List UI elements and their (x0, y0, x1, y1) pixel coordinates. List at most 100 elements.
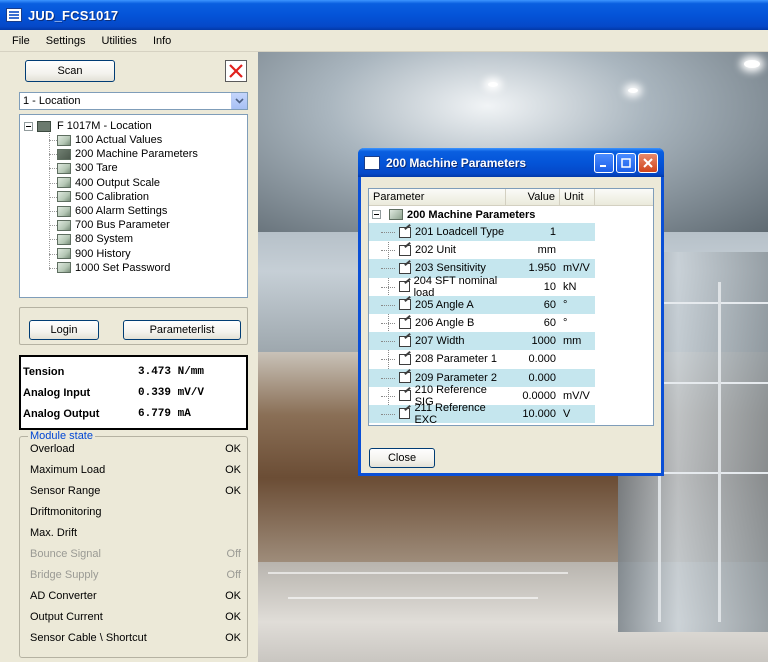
param-unit: kN (563, 280, 577, 293)
tree-item-label: 700 Bus Parameter (75, 219, 170, 232)
ceiling-light (488, 82, 498, 87)
tree-item-800[interactable]: 800 System (49, 232, 247, 246)
parameter-edit-icon (399, 353, 411, 365)
value-label: Analog Output (23, 407, 100, 420)
folder-icon (57, 248, 71, 260)
param-row-209[interactable]: 209 Parameter 2 0.000 (369, 368, 653, 387)
menu-settings[interactable]: Settings (38, 35, 94, 47)
param-unit: mV/V (563, 389, 590, 402)
dropdown-arrow-button[interactable] (231, 93, 247, 109)
folder-icon (57, 162, 71, 174)
tree-item-400[interactable]: 400 Output Scale (49, 176, 247, 190)
tree-root-label: F 1017M - Location (57, 120, 152, 132)
param-row-211[interactable]: 211 Reference EXC 10.000 V (369, 401, 653, 426)
minimize-button[interactable] (594, 153, 614, 173)
menu-bar: File Settings Utilities Info (0, 30, 768, 52)
module-row-max-drift: Max. Drift (30, 527, 241, 541)
red-x-icon (229, 64, 243, 78)
module-state-group: Module state Overload OK Maximum Load OK S… (19, 430, 248, 658)
steel-column (718, 282, 721, 622)
param-value: 0.000 (528, 353, 556, 366)
tree-item-label: 800 System (75, 233, 134, 246)
tree-item-700[interactable]: 700 Bus Parameter (49, 218, 247, 232)
tree-item-label: 400 Output Scale (75, 176, 161, 189)
parameter-edit-icon (399, 244, 411, 256)
menu-utilities[interactable]: Utilities (93, 35, 144, 47)
value-label: Analog Input (23, 386, 91, 399)
scan-button[interactable]: Scan (25, 60, 115, 82)
value-reading: 0.339 mV/V (138, 386, 205, 399)
parameter-edit-icon (399, 226, 411, 238)
tree-item-100[interactable]: 100 Actual Values (49, 133, 247, 147)
folder-icon (389, 209, 403, 220)
location-select[interactable]: 1 - Location (19, 92, 248, 110)
left-panel: Scan 1 - Location F 1017M - Location 100… (0, 52, 258, 662)
param-row-202[interactable]: 202 Unit mm (369, 241, 653, 259)
module-label: Sensor Range (30, 485, 101, 497)
param-value: 1 (506, 223, 560, 242)
param-unit: mV/V (560, 259, 595, 278)
module-status: OK (225, 464, 241, 476)
menu-info[interactable]: Info (145, 35, 179, 47)
tree-item-500[interactable]: 500 Calibration (49, 190, 247, 204)
collapse-icon[interactable] (24, 121, 33, 131)
tree-item-label: 100 Actual Values (75, 134, 163, 147)
param-row-210[interactable]: 210 Reference SIG 0.0000 mV/V (369, 384, 653, 408)
param-name: 206 Angle B (415, 317, 475, 330)
tree-item-label: 600 Alarm Settings (75, 205, 168, 218)
col-header-unit[interactable]: Unit (560, 189, 595, 205)
login-button[interactable]: Login (29, 320, 99, 340)
module-status: OK (225, 485, 241, 497)
parameterlist-button[interactable]: Parameterlist (123, 320, 241, 340)
value-row-tension: Tension 3.473 N/mm (23, 361, 246, 382)
param-value: 10 (543, 280, 556, 293)
grid-root-node[interactable]: 200 Machine Parameters (369, 206, 653, 223)
collapse-icon[interactable] (372, 210, 381, 219)
param-value: 60 (543, 317, 556, 330)
param-unit: V (560, 404, 595, 424)
col-header-parameter[interactable]: Parameter (369, 189, 506, 205)
parameter-edit-icon (399, 317, 411, 329)
tree-item-900[interactable]: 900 History (49, 247, 247, 261)
tree-item-300[interactable]: 300 Tare (49, 161, 247, 175)
parameter-edit-icon (399, 281, 410, 293)
tree-item-200[interactable]: 200 Machine Parameters (49, 147, 247, 161)
parameter-edit-icon (399, 372, 411, 384)
tree-item-600[interactable]: 600 Alarm Settings (49, 204, 247, 218)
param-row-203[interactable]: 203 Sensitivity 1.950 mV/V (369, 259, 653, 278)
param-name: 209 Parameter 2 (415, 371, 497, 384)
param-row-208[interactable]: 208 Parameter 1 0.000 (369, 350, 653, 368)
maximize-button[interactable] (616, 153, 636, 173)
param-name: 201 Loadcell Type (415, 226, 505, 239)
param-row-205[interactable]: 205 Angle A 60 ° (369, 295, 653, 314)
param-row-201[interactable]: 201 Loadcell Type 1 (369, 223, 653, 242)
folder-icon (57, 219, 71, 231)
param-row-206[interactable]: 206 Angle B 60 ° (369, 314, 653, 332)
grid-root-label: 200 Machine Parameters (407, 208, 536, 221)
app-icon (6, 8, 22, 22)
module-label: Maximum Load (30, 464, 106, 476)
param-name: 211 Reference EXC (414, 401, 486, 426)
parameter-edit-icon (399, 390, 411, 402)
param-name: 203 Sensitivity (415, 262, 486, 275)
module-row-sensor-range: Sensor Range OK (30, 485, 241, 499)
grid-header: Parameter Value Unit (369, 189, 653, 206)
close-button[interactable]: Close (369, 448, 435, 468)
col-header-value[interactable]: Value (506, 189, 560, 205)
param-value: mm (537, 244, 556, 257)
module-label: Sensor Cable \ Shortcut (30, 632, 147, 644)
tree-root-node[interactable]: F 1017M - Location (24, 119, 247, 133)
maximize-icon (621, 158, 631, 168)
clear-button[interactable] (225, 60, 247, 82)
module-state-legend: Module state (28, 430, 95, 442)
param-row-204[interactable]: 204 SFT nominal load 10 kN (369, 275, 653, 299)
tree-item-label: 300 Tare (75, 162, 118, 175)
tree-item-1000[interactable]: 1000 Set Password (49, 261, 247, 275)
tree-item-label: 200 Machine Parameters (75, 148, 198, 161)
parameter-edit-icon (399, 299, 411, 311)
menu-file[interactable]: File (4, 35, 38, 47)
dialog-close-x-button[interactable] (638, 153, 658, 173)
param-row-207[interactable]: 207 Width 1000 mm (369, 332, 653, 351)
param-value: 0.000 (506, 368, 560, 387)
param-name: 205 Angle A (415, 298, 474, 311)
